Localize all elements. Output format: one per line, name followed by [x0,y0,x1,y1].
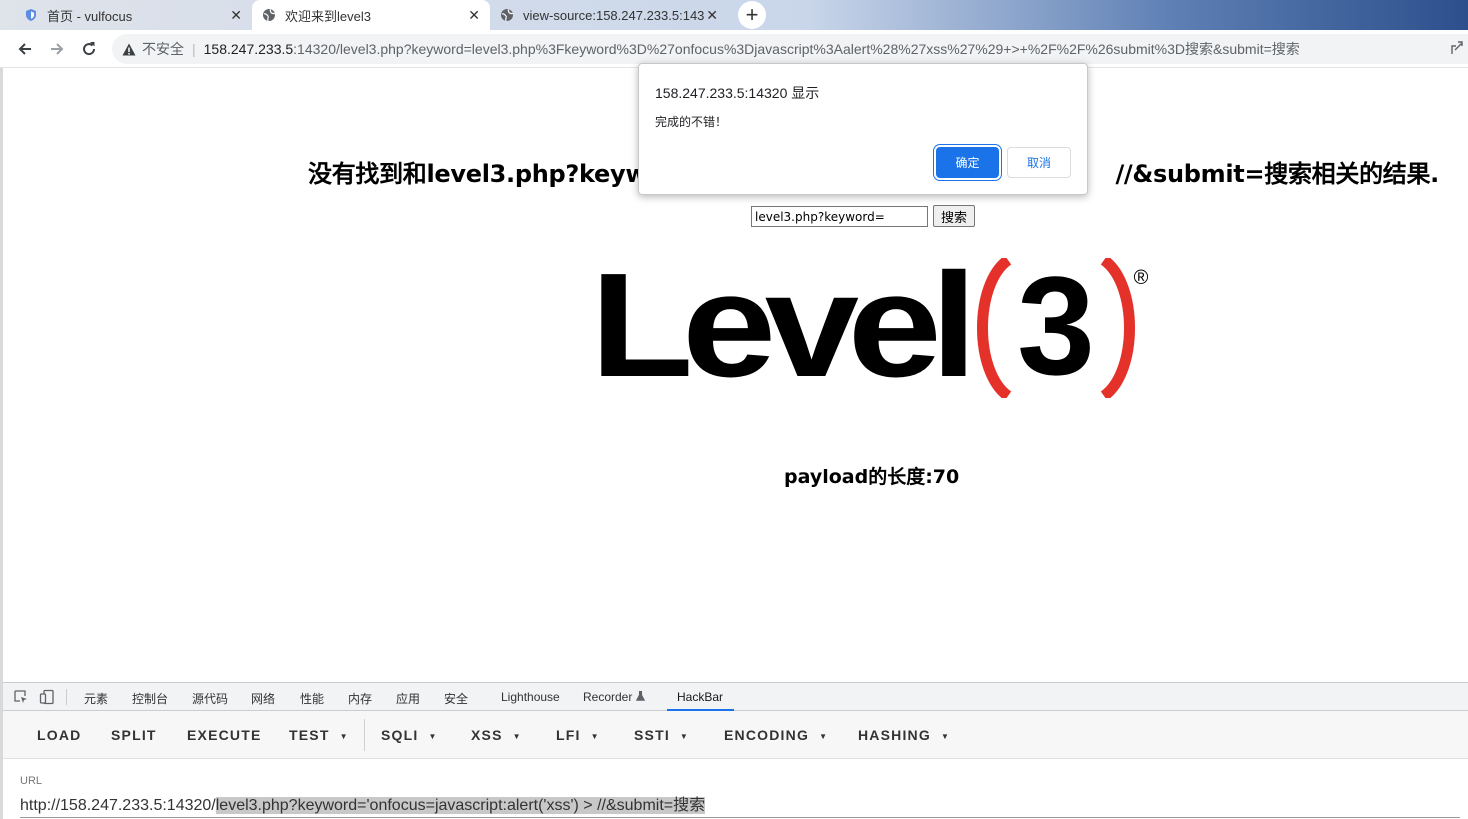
inspect-icon[interactable] [13,689,29,705]
ssti-label: SSTI [634,727,670,743]
level3-logo: Level 3 ® [590,258,1149,398]
url-prefix: http://158.247.233.5:14320/ [20,797,216,814]
keyword-input[interactable] [751,206,928,227]
back-button[interactable] [14,38,36,60]
tab-strip: 首页 - vulfocus ✕ 欢迎来到level3 ✕ view-source… [0,0,1468,30]
divider [364,719,365,751]
url-label: URL [20,775,43,787]
xss-label: XSS [471,727,503,743]
ok-button[interactable]: 确定 [936,147,999,178]
tab-title: 首页 - vulfocus [47,8,133,24]
load-button[interactable]: LOAD [37,727,81,743]
caret-down-icon: ▼ [590,731,599,741]
caret-down-icon: ▼ [940,731,949,741]
hackbar-toolbar: LOAD SPLIT EXECUTE TEST ▼ SQLI ▼ XSS ▼ LFI ▼… [3,711,1468,759]
shield-icon [26,9,36,21]
dialog-title: 158.247.233.5:14320 显示 [655,85,820,101]
url-host: 158.247.233.5 [203,41,294,57]
payload-length: payload的长度:70 [784,466,960,488]
globe-icon [501,9,514,22]
sqli-menu-button[interactable]: SQLI ▼ [381,727,436,743]
divider: | [192,41,196,57]
url-path: :14320/level3.php?keyword=level3.php%3Fk… [293,41,1300,57]
split-button[interactable]: SPLIT [111,727,157,743]
devtools-tab-sources[interactable]: 源代码 [192,690,228,707]
devtools-tab-security[interactable]: 安全 [444,690,468,707]
tab-vulfocus[interactable]: 首页 - vulfocus ✕ [14,0,252,30]
hashing-menu-button[interactable]: HASHING ▼ [858,727,949,743]
heading-right: //&submit=搜索相关的结果. [1115,160,1439,188]
caret-down-icon: ▼ [339,731,348,741]
address-bar[interactable]: 不安全 | 158.247.233.5:14320/level3.php?key… [112,34,1468,64]
lfi-label: LFI [556,727,581,743]
security-label: 不安全 [142,41,184,57]
logo-right-paren [1100,258,1135,398]
close-icon[interactable]: ✕ [706,7,718,23]
reload-button[interactable] [78,38,100,60]
caret-down-icon: ▼ [512,731,521,741]
devtools-tab-performance[interactable]: 性能 [300,690,324,707]
logo-left-paren [977,258,1012,398]
warning-icon [122,43,136,55]
new-tab-button[interactable]: + [738,1,766,29]
plus-icon: + [745,2,759,27]
recorder-label: Recorder [583,690,633,704]
sqli-label: SQLI [381,727,419,743]
device-toolbar-icon[interactable] [39,689,55,705]
arrow-left-icon [18,43,31,55]
caret-down-icon: ▼ [819,731,827,741]
caret-down-icon: ▼ [428,731,437,741]
url-input-underline [20,817,1460,818]
devtools-tab-hackbar[interactable]: HackBar [677,690,723,704]
devtools-tab-lighthouse[interactable]: Lighthouse [501,690,560,704]
close-icon[interactable]: ✕ [230,7,242,23]
globe-icon [263,9,276,22]
encoding-menu-button[interactable]: ENCODING ▼ [724,727,827,743]
search-button[interactable]: 搜索 [933,205,975,227]
ssti-menu-button[interactable]: SSTI ▼ [634,727,688,743]
heading-left: 没有找到和level3.php?keywo [308,160,664,188]
test-menu-button[interactable]: TEST ▼ [289,727,348,743]
logo-registered: ® [1134,267,1149,289]
devtools-panel: 元素 控制台 源代码 网络 性能 内存 应用 安全 Lighthouse Rec… [3,682,1468,819]
tab-view-source[interactable]: view-source:158.247.233.5:143 ✕ [490,0,728,30]
divider [66,689,67,705]
flask-icon [635,690,645,701]
logo-number: 3 [1017,258,1095,398]
caret-down-icon: ▼ [679,731,688,741]
alert-dialog: 158.247.233.5:14320 显示 完成的不错！ 确定 取消 [638,63,1088,195]
tab-title: 欢迎来到level3 [285,8,371,24]
dialog-message: 完成的不错！ [655,115,728,129]
close-icon[interactable]: ✕ [468,7,480,23]
devtools-tab-application[interactable]: 应用 [396,690,420,707]
hackbar-url-input[interactable]: http://158.247.233.5:14320/level3.php?ke… [20,791,706,815]
devtools-tab-elements[interactable]: 元素 [84,690,108,707]
share-icon[interactable] [1450,40,1464,56]
devtools-tab-recorder[interactable]: Recorder [583,690,645,704]
arrow-right-icon [51,43,64,55]
devtools-tab-memory[interactable]: 内存 [348,690,372,707]
execute-button[interactable]: EXECUTE [187,727,262,743]
forward-button[interactable] [46,38,68,60]
url-selected-text: level3.php?keyword='onfocus=javascript:a… [215,797,706,814]
devtools-tab-bar: 元素 控制台 源代码 网络 性能 内存 应用 安全 Lighthouse Rec… [3,683,1468,711]
lfi-menu-button[interactable]: LFI ▼ [556,727,599,743]
browser-window: 首页 - vulfocus ✕ 欢迎来到level3 ✕ view-source… [0,0,1468,819]
devtools-tab-network[interactable]: 网络 [251,690,275,707]
xss-menu-button[interactable]: XSS ▼ [471,727,521,743]
test-label: TEST [289,727,330,743]
hashing-label: HASHING [858,727,931,743]
tab-level3[interactable]: 欢迎来到level3 ✕ [252,0,490,30]
encoding-label: ENCODING [724,727,810,743]
cancel-button[interactable]: 取消 [1007,147,1071,178]
reload-icon [83,42,96,56]
tab-title: view-source:158.247.233.5:143 [523,7,705,23]
devtools-tab-console[interactable]: 控制台 [132,690,168,707]
logo-text: Level [590,258,966,398]
